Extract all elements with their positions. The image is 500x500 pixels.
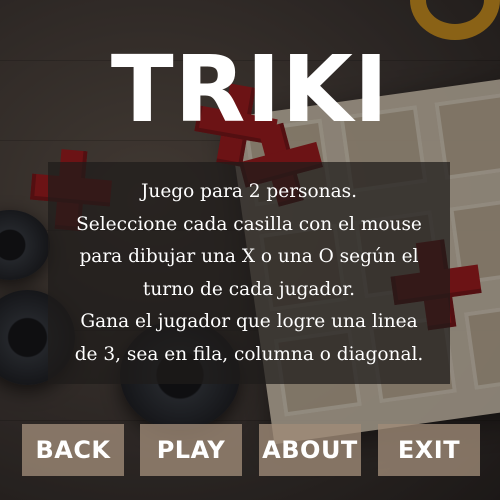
about-button[interactable]: ABOUT xyxy=(259,424,361,476)
instruction-line: para dibujar una X o una O según el xyxy=(79,246,419,267)
back-button[interactable]: BACK xyxy=(22,424,124,476)
instruction-line: Juego para 2 personas. xyxy=(140,181,357,202)
instruction-line: Seleccione cada casilla con el mouse xyxy=(76,213,422,235)
instruction-line: de 3, sea en fila, columna o diagonal. xyxy=(74,343,424,365)
instruction-line: turno de cada jugador. xyxy=(142,278,356,300)
instructions-panel: Juego para 2 personas. Seleccione cada c… xyxy=(48,162,450,384)
instruction-line: Gana el jugador que logre una linea xyxy=(80,311,418,332)
game-title: TRIKI xyxy=(110,36,390,143)
exit-button[interactable]: EXIT xyxy=(378,424,480,476)
play-button[interactable]: PLAY xyxy=(140,424,242,476)
instructions-text: Juego para 2 personas. Seleccione cada c… xyxy=(48,176,450,371)
